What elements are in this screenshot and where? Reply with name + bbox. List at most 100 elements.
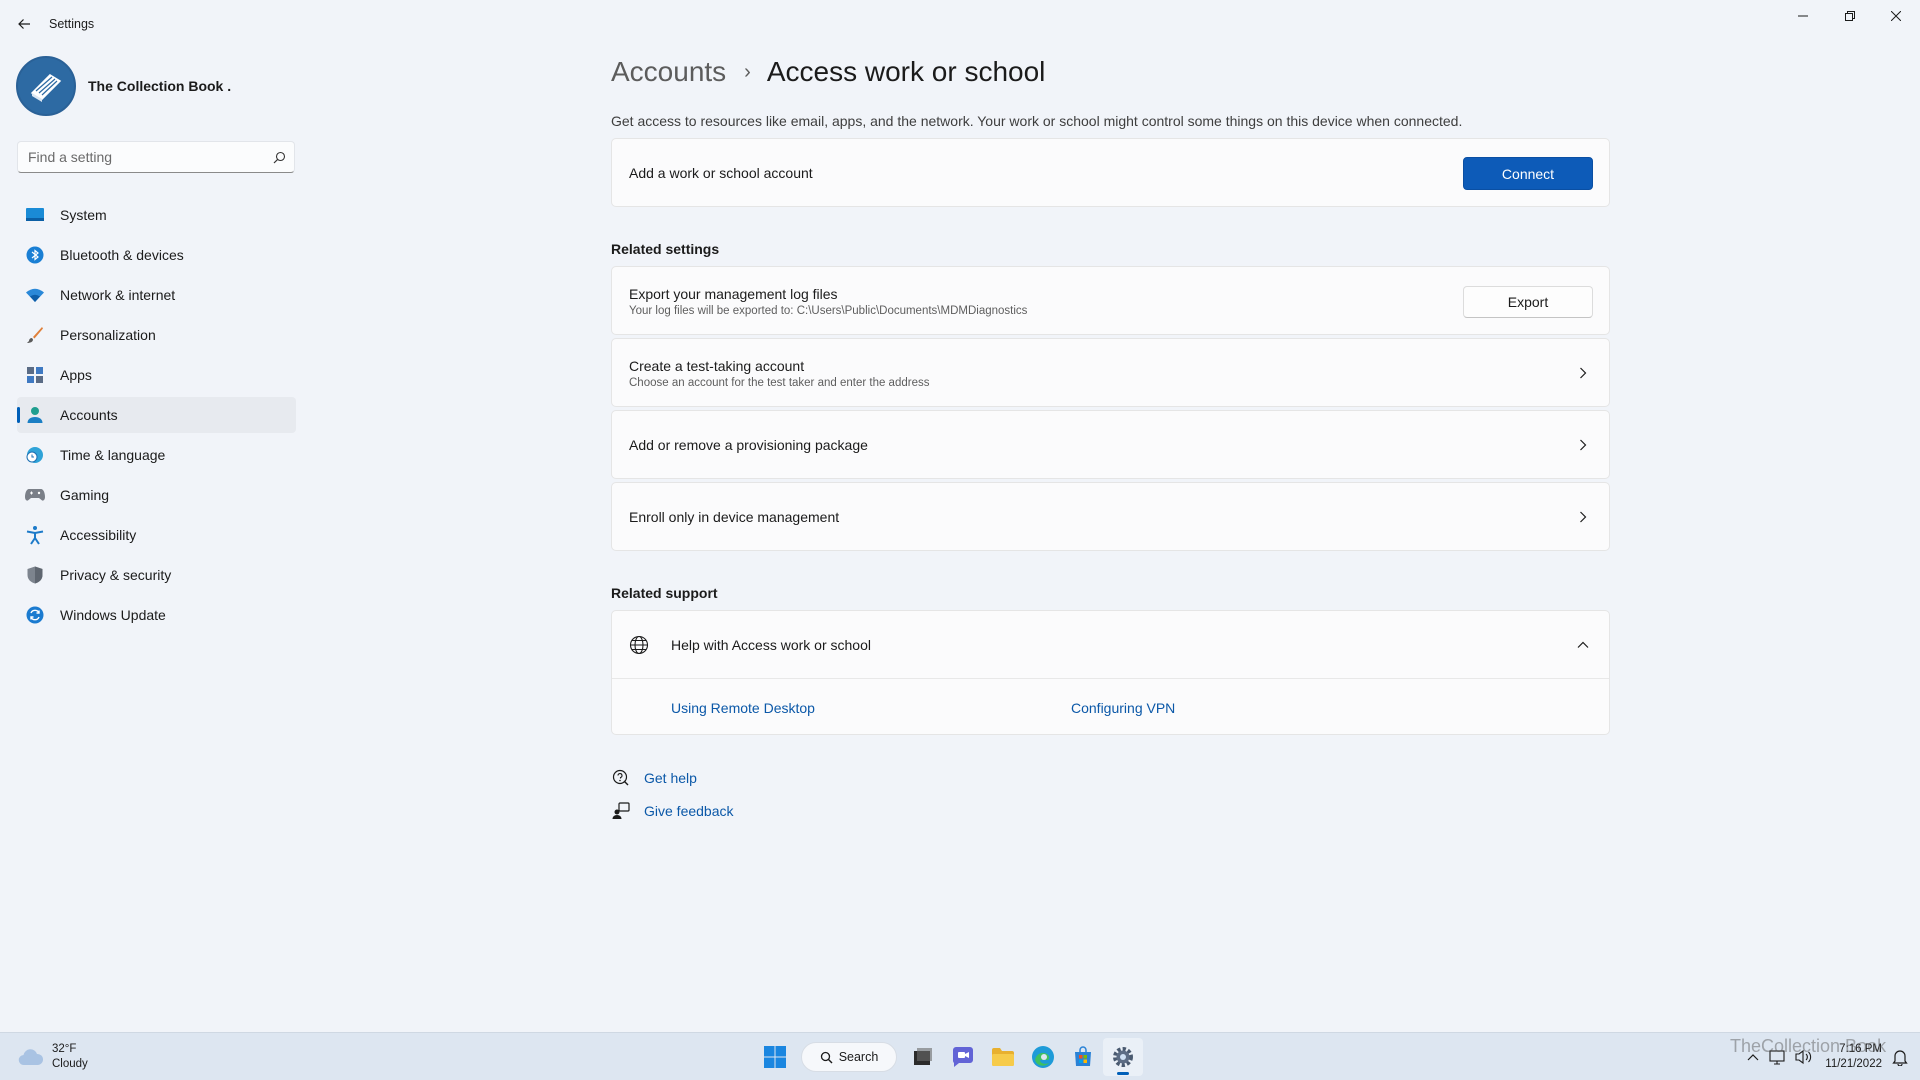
- book-logo-icon: [30, 74, 62, 102]
- related-support-heading: Related support: [611, 585, 718, 601]
- settings-icon: [1113, 1047, 1133, 1067]
- test-taking-title: Create a test-taking account: [629, 358, 805, 374]
- restore-button[interactable]: [1827, 0, 1873, 32]
- export-logs-card: Export your management log files Your lo…: [611, 266, 1610, 335]
- help-expander-header[interactable]: Help with Access work or school: [612, 611, 1609, 678]
- sidebar-item-accounts[interactable]: Accounts: [17, 397, 296, 433]
- weather-temp: 32°F: [52, 1043, 77, 1055]
- taskbar-search[interactable]: Search: [801, 1042, 897, 1072]
- search-box[interactable]: [17, 141, 295, 173]
- task-view-button[interactable]: [903, 1038, 943, 1076]
- search-icon[interactable]: [264, 151, 294, 164]
- link-remote-desktop[interactable]: Using Remote Desktop: [671, 700, 815, 716]
- weather-condition: Cloudy: [52, 1058, 88, 1070]
- settings-window: Settings The Collection Book . Find a se…: [0, 0, 1920, 1032]
- sidebar-item-personalization[interactable]: Personalization: [17, 317, 296, 353]
- chevron-up-icon: [1575, 637, 1591, 653]
- gamepad-icon: [25, 485, 45, 505]
- title-bar: Settings: [0, 0, 1920, 48]
- edge-button[interactable]: [1023, 1038, 1063, 1076]
- task-view-icon: [914, 1048, 932, 1065]
- sidebar-item-label: System: [60, 207, 107, 223]
- wifi-icon: [25, 285, 45, 305]
- watermark: TheCollection Book: [1730, 1036, 1887, 1056]
- chevron-right-icon: [1575, 509, 1591, 525]
- help-chat-icon: [611, 768, 631, 788]
- avatar: [16, 56, 76, 116]
- cloud-icon: [18, 1049, 44, 1066]
- test-taking-subtitle: Choose an account for the test taker and…: [629, 377, 930, 389]
- search-input[interactable]: [18, 149, 264, 165]
- back-button[interactable]: [10, 10, 38, 38]
- taskbar-apps: Search: [755, 1038, 1143, 1076]
- notification-bell-icon[interactable]: [1892, 1048, 1908, 1066]
- user-profile[interactable]: The Collection Book .: [16, 56, 231, 116]
- start-icon: [764, 1046, 786, 1068]
- help-title: Help with Access work or school: [671, 637, 871, 653]
- search-icon: [820, 1051, 833, 1063]
- add-account-card: Add a work or school account Connect: [611, 138, 1610, 207]
- globe-icon: [629, 635, 649, 655]
- bluetooth-icon: [25, 245, 45, 265]
- accessibility-icon: [25, 525, 45, 545]
- export-button[interactable]: Export: [1463, 286, 1593, 318]
- start-button[interactable]: [755, 1038, 795, 1076]
- sidebar-item-privacy[interactable]: Privacy & security: [17, 557, 296, 593]
- restore-icon: [1845, 11, 1855, 21]
- provisioning-package-card[interactable]: Add or remove a provisioning package: [611, 410, 1610, 479]
- sidebar-item-gaming[interactable]: Gaming: [17, 477, 296, 513]
- file-explorer-icon: [992, 1048, 1014, 1066]
- sidebar-item-label: Windows Update: [60, 607, 166, 623]
- give-feedback-link[interactable]: Give feedback: [611, 801, 734, 821]
- sidebar-item-label: Gaming: [60, 487, 110, 503]
- related-settings-heading: Related settings: [611, 241, 720, 257]
- chat-icon: [953, 1047, 973, 1067]
- sidebar-item-label: Bluetooth & devices: [60, 247, 184, 263]
- enroll-device-management-card[interactable]: Enroll only in device management: [611, 482, 1610, 551]
- sidebar-item-apps[interactable]: Apps: [17, 357, 296, 393]
- apps-icon: [25, 365, 45, 385]
- breadcrumb-separator: ›: [744, 60, 751, 83]
- test-taking-account-card[interactable]: Create a test-taking account Choose an a…: [611, 338, 1610, 407]
- link-configuring-vpn[interactable]: Configuring VPN: [1071, 700, 1175, 716]
- chevron-right-icon: [1575, 365, 1591, 381]
- chevron-right-icon: [1575, 437, 1591, 453]
- breadcrumb-accounts[interactable]: Accounts: [611, 56, 726, 88]
- app-title: Settings: [49, 17, 95, 31]
- sidebar-item-network[interactable]: Network & internet: [17, 277, 296, 313]
- feedback-icon: [611, 801, 631, 821]
- taskbar-search-label: Search: [838, 1050, 879, 1064]
- clock-date: 11/21/2022: [1825, 1058, 1882, 1070]
- close-icon: [1891, 11, 1901, 21]
- close-button[interactable]: [1873, 0, 1919, 32]
- profile-name: The Collection Book .: [88, 78, 232, 94]
- export-logs-subtitle: Your log files will be exported to: C:\U…: [629, 305, 1028, 317]
- sidebar-item-label: Time & language: [60, 447, 166, 463]
- sidebar-item-label: Network & internet: [60, 287, 176, 303]
- shield-icon: [25, 565, 45, 585]
- sidebar-item-system[interactable]: System: [17, 197, 296, 233]
- sidebar-item-time-language[interactable]: Time & language: [17, 437, 296, 473]
- get-help-link[interactable]: Get help: [611, 768, 697, 788]
- help-expander: Help with Access work or school Using Re…: [611, 610, 1610, 735]
- connect-button[interactable]: Connect: [1463, 157, 1593, 190]
- give-feedback-label: Give feedback: [644, 803, 734, 819]
- brush-icon: [25, 325, 45, 345]
- chat-button[interactable]: [943, 1038, 983, 1076]
- file-explorer-button[interactable]: [983, 1038, 1023, 1076]
- sidebar-item-windows-update[interactable]: Windows Update: [17, 597, 296, 633]
- edge-icon: [1032, 1046, 1054, 1068]
- sidebar-item-bluetooth[interactable]: Bluetooth & devices: [17, 237, 296, 273]
- back-arrow-icon: [18, 19, 30, 29]
- export-logs-title: Export your management log files: [629, 286, 838, 302]
- taskbar: 32°F Cloudy Search 7:16 PM 11/21/2022: [0, 1032, 1920, 1080]
- sidebar-item-accessibility[interactable]: Accessibility: [17, 517, 296, 553]
- settings-button[interactable]: [1103, 1038, 1143, 1076]
- update-icon: [25, 605, 45, 625]
- sidebar-item-label: Accounts: [60, 407, 118, 423]
- minimize-button[interactable]: [1780, 0, 1826, 32]
- store-button[interactable]: [1063, 1038, 1103, 1076]
- page-description: Get access to resources like email, apps…: [611, 113, 1463, 129]
- weather-widget[interactable]: 32°F Cloudy: [18, 1042, 88, 1072]
- store-icon: [1075, 1046, 1091, 1066]
